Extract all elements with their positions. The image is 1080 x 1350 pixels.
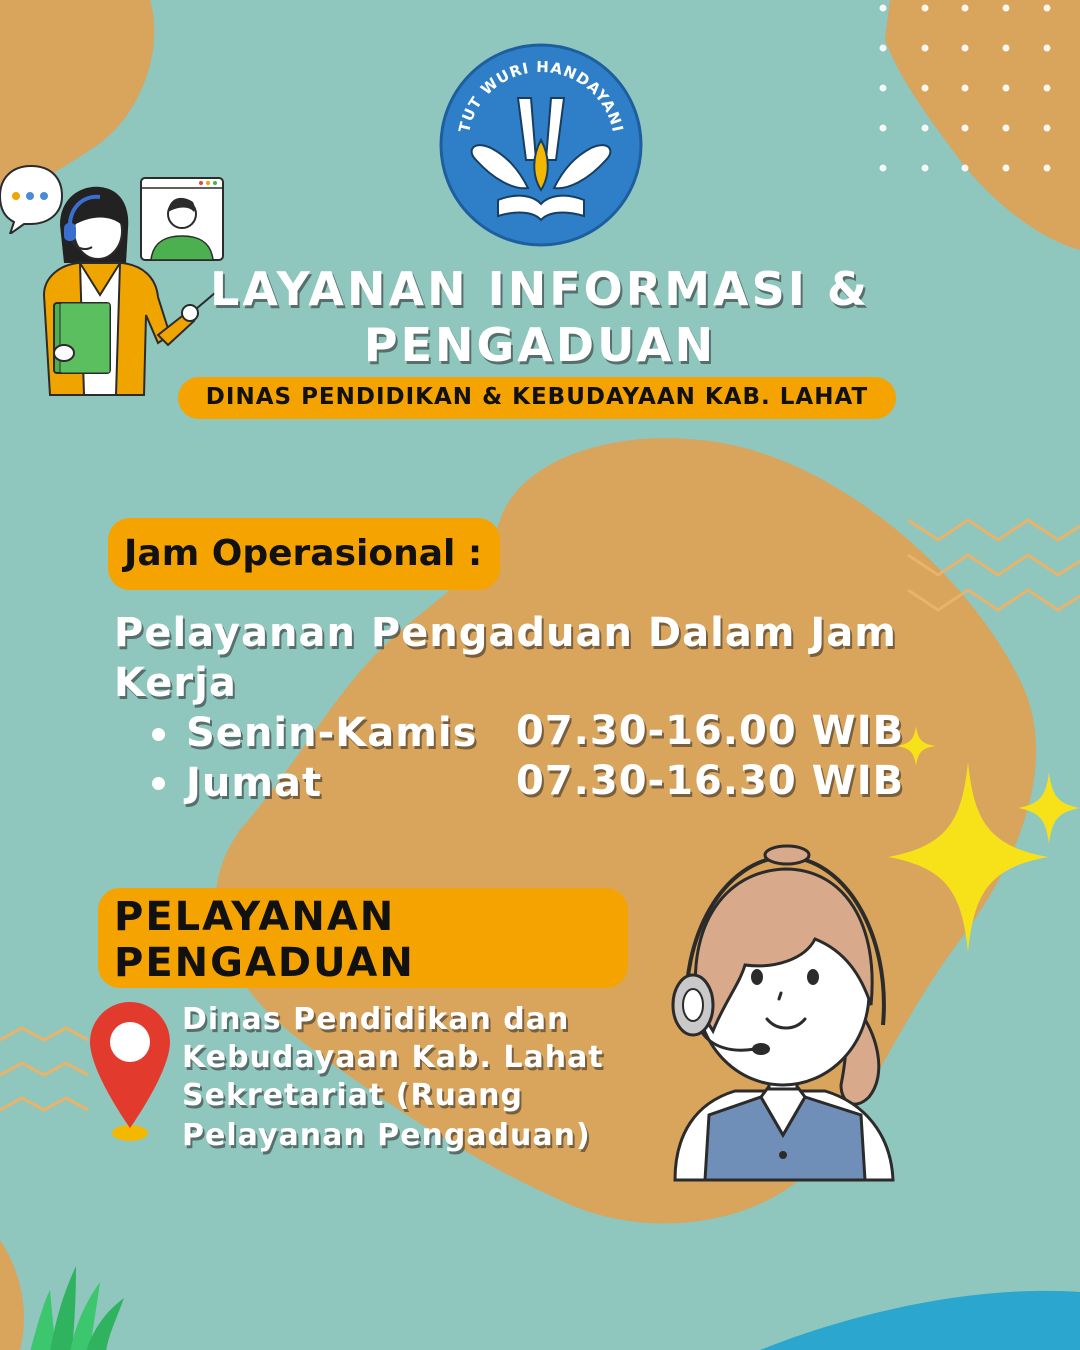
sparkle-icon [896,726,936,766]
hours-subtitle-line1: Pelayanan Pengaduan Dalam Jam [114,610,897,656]
poster: TUT WURI HANDAYANI LAYANAN INFORMASI & P… [0,0,1080,1350]
address-line: Sekretariat (Ruang [182,1078,523,1113]
zigzag-lines-left [0,1026,89,1112]
sparkle-icon [1018,772,1080,844]
top-right-blob [885,0,1080,250]
bottom-right-wave [760,1290,1080,1350]
schedule-time: 07.30-16.30 WIB [516,758,905,804]
hours-label-box: Jam Operasional : [108,518,500,590]
customer-service-illustration [671,844,895,1182]
location-pin-icon [90,1002,170,1141]
schedule-time: 07.30-16.00 WIB [516,708,905,754]
schedule-day: Senin-Kamis [186,710,478,756]
complaint-heading-line2: PENGADUAN [114,940,415,986]
hours-subtitle-line2: Kerja [114,660,237,706]
bullet-icon [152,777,165,790]
bullet-icon [152,728,165,741]
page-title-line1: LAYANAN INFORMASI & [210,262,870,316]
plant-icon [30,1266,124,1350]
address-line: Pelayanan Pengaduan) [182,1118,591,1153]
hours-label: Jam Operasional : [124,533,483,574]
address-line: Dinas Pendidikan dan [182,1002,570,1037]
emblem-logo: TUT WURI HANDAYANI [439,43,643,247]
address-line: Kebudayaan Kab. Lahat [182,1040,604,1075]
complaint-heading-box: PELAYANAN PENGADUAN [98,888,628,988]
complaint-heading-line1: PELAYANAN [114,894,396,940]
agency-banner: DINAS PENDIDIKAN & KEBUDAYAAN KAB. LAHAT [178,377,896,419]
page-title-line2: PENGADUAN [363,318,717,372]
agency-name: DINAS PENDIDIKAN & KEBUDAYAAN KAB. LAHAT [205,384,869,410]
schedule-day: Jumat [186,760,323,806]
